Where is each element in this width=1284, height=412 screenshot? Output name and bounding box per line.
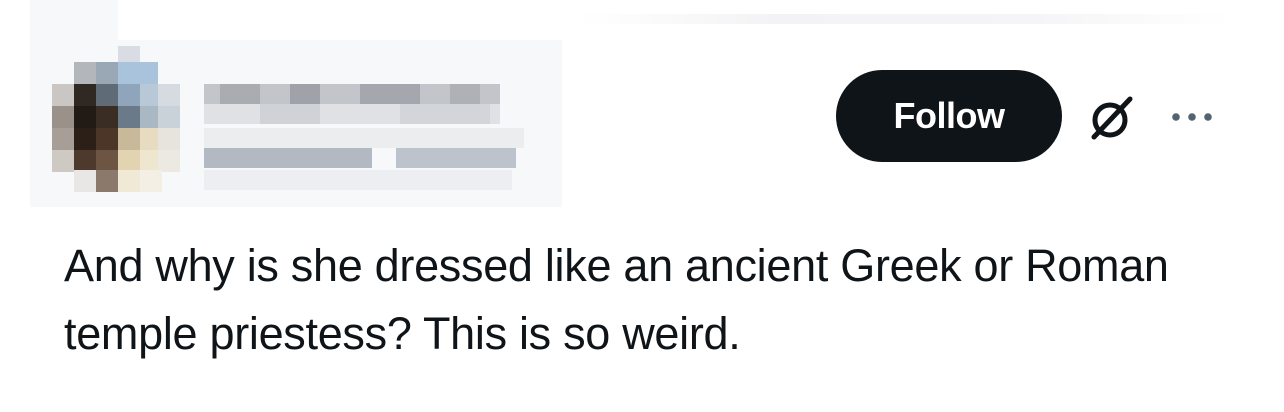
redacted-author-top-strip — [118, 0, 562, 40]
redacted-display-name[interactable] — [200, 80, 525, 192]
more-horizontal-icon[interactable] — [1168, 100, 1216, 134]
follow-button[interactable]: Follow — [836, 70, 1062, 162]
grok-slash-circle-icon[interactable] — [1082, 88, 1142, 148]
faint-top-divider — [580, 14, 1230, 24]
post-text: And why is she dressed like an ancient G… — [64, 240, 1169, 359]
avatar[interactable] — [52, 46, 180, 192]
